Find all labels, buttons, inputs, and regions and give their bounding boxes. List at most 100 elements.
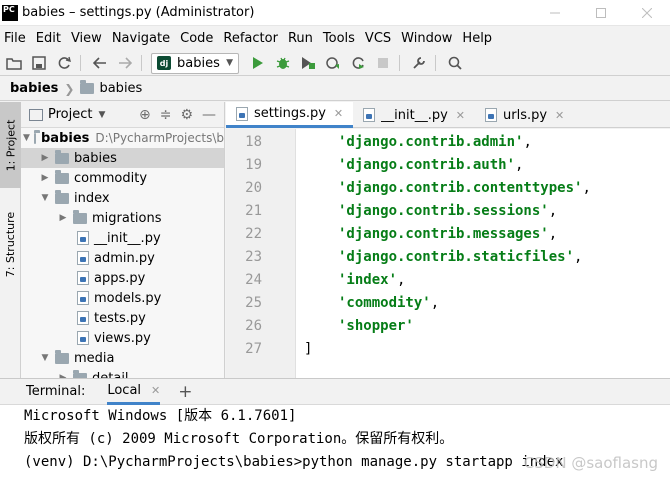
tab-init-py[interactable]: __init__.py ✕ [353,102,475,128]
menu-run[interactable]: Run [283,27,318,51]
string-literal: 'django.contrib.admin' [338,133,524,150]
close-icon[interactable]: ✕ [456,109,465,122]
code-line: 25 'commodity', [226,291,670,314]
line-number: 19 [245,156,262,173]
tree-root[interactable]: ▼ babies D:\PycharmProjects\b [21,128,224,148]
chevron-right-icon[interactable]: ▶ [39,153,51,163]
line-number: 22 [245,225,262,242]
tab-project[interactable]: 1: Project [0,102,21,188]
menu-refactor[interactable]: Refactor [218,27,283,51]
chevron-down-icon[interactable]: ▼ [98,110,105,120]
debug-button[interactable] [272,52,294,74]
tree-item-tests-py[interactable]: tests.py [21,308,224,328]
tree-item-detail[interactable]: ▶ detail [21,368,224,378]
tree-item-models-py[interactable]: models.py [21,288,224,308]
line-number: 21 [245,202,262,219]
folder-icon [80,80,95,94]
line-number: 25 [245,294,262,311]
tree-item-babies[interactable]: ▶ babies [21,148,224,168]
chevron-down-icon[interactable]: ▼ [39,193,51,203]
tree-item-commodity[interactable]: ▶ commodity [21,168,224,188]
code-text: 'django.contrib.auth', [338,157,523,173]
run-button[interactable] [247,52,269,74]
menu-view[interactable]: View [66,27,107,51]
project-view-select[interactable]: Project [48,107,92,122]
line-number: 26 [245,317,262,334]
tree-item-migrations[interactable]: ▶ migrations [21,208,224,228]
string-literal: 'commodity' [338,294,431,311]
chevron-down-icon[interactable]: ▼ [23,133,30,143]
line-number: 23 [245,248,262,265]
chevron-down-icon[interactable]: ▼ [39,353,51,363]
forward-button[interactable] [114,52,136,74]
tree-item-label: admin.py [94,250,155,266]
run-configuration-select[interactable]: dj babies ▼ [151,52,239,74]
breadcrumb-project[interactable]: babies [10,81,58,96]
close-icon[interactable]: ✕ [334,107,343,120]
tree-item-admin-py[interactable]: admin.py [21,248,224,268]
terminal-header: Terminal: Local ✕ + [0,378,670,405]
python-file-icon [236,106,248,121]
coverage-button[interactable] [297,52,319,74]
toolbar-separator [80,55,81,71]
search-everywhere-button[interactable] [444,52,466,74]
locate-icon[interactable]: ⊕ [139,107,151,123]
line-number: 20 [245,179,262,196]
code-line: 24 'index', [226,268,670,291]
tree-item-views-py[interactable]: views.py [21,328,224,348]
back-button[interactable] [89,52,111,74]
string-literal: 'django.contrib.messages' [338,225,549,242]
string-literal: 'index' [338,271,398,288]
close-icon [642,8,652,18]
terminal-tab-local[interactable]: Local ✕ [107,378,161,405]
tab-structure[interactable]: 7: Structure [0,198,21,290]
sync-button[interactable] [53,52,75,74]
concurrency-button[interactable] [347,52,369,74]
toolbar-separator [141,55,142,71]
tree-item-media[interactable]: ▼ media [21,348,224,368]
chevron-right-icon[interactable]: ▶ [39,173,51,183]
save-button[interactable] [28,52,50,74]
collapse-all-icon[interactable]: ≑ [160,107,172,123]
menu-vcs[interactable]: VCS [360,27,396,51]
close-icon[interactable]: ✕ [151,384,160,397]
editor-tab-bar: settings.py ✕ __init__.py ✕ urls.py ✕ [226,102,670,128]
maximize-button[interactable] [578,0,624,26]
code-editor[interactable]: 18 'django.contrib.admin', 19 'django.cont… [226,129,670,378]
tab-settings-py[interactable]: settings.py ✕ [226,102,354,128]
tab-label: __init__.py [381,107,448,123]
menu-window[interactable]: Window [396,27,457,51]
tab-urls-py[interactable]: urls.py ✕ [475,102,574,128]
breadcrumb-folder[interactable]: babies [99,81,142,96]
menu-tools[interactable]: Tools [318,27,360,51]
terminal-output[interactable]: Microsoft Windows [版本 6.1.7601] 版权所有 (c)… [0,405,670,480]
left-tool-stripe: 1: Project 7: Structure [0,102,21,378]
forward-icon [119,57,132,69]
menu-edit[interactable]: Edit [31,27,66,51]
settings-button[interactable] [408,52,430,74]
profile-button[interactable] [322,52,344,74]
menu-help[interactable]: Help [457,27,497,51]
breadcrumb: babies ❯ babies [0,80,142,96]
menu-code[interactable]: Code [175,27,218,51]
close-window-button[interactable] [624,0,670,26]
open-button[interactable] [3,52,25,74]
folder-icon [55,149,69,164]
tree-item-apps-py[interactable]: apps.py [21,268,224,288]
tree-item-label: migrations [92,210,162,226]
minimize-button[interactable] [532,0,578,26]
menu-navigate[interactable]: Navigate [107,27,175,51]
stop-button[interactable] [372,52,394,74]
code-text: 'django.contrib.sessions', [338,203,557,219]
tab-project-label: 1: Project [4,119,17,171]
tree-item-init-py[interactable]: __init__.py [21,228,224,248]
chevron-right-icon[interactable]: ▶ [57,213,69,223]
pycharm-logo-icon: PC [2,4,18,21]
tree-item-index[interactable]: ▼ index [21,188,224,208]
menu-file[interactable]: File [0,27,31,51]
new-terminal-button[interactable]: + [178,382,192,402]
close-icon[interactable]: ✕ [555,109,564,122]
hide-icon[interactable]: — [202,107,216,123]
gear-icon[interactable]: ⚙ [180,107,193,123]
code-text: 'index', [338,272,405,288]
